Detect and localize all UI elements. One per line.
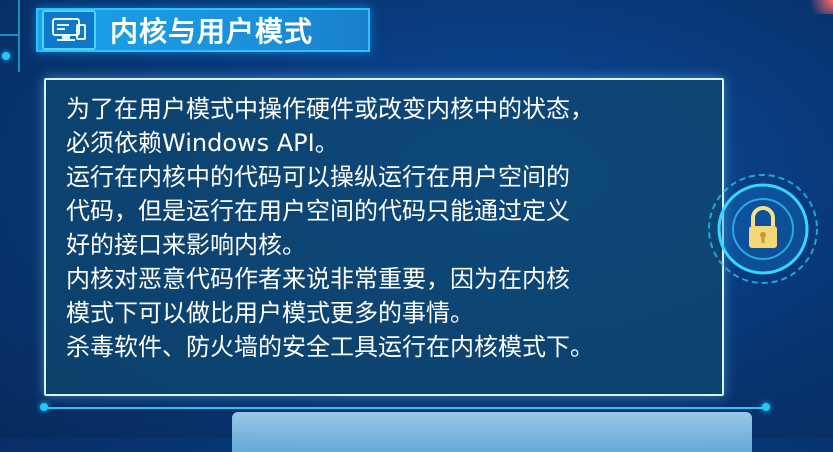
bottom-dot-right [762, 403, 770, 411]
bottom-dot-left [40, 403, 48, 411]
top-right-glow [803, 0, 833, 14]
content-line: 杀毒软件、防火墙的安全工具运行在内核模式下。 [66, 333, 594, 361]
content-line: 为了在用户模式中操作硬件或改变内核中的状态， [66, 95, 594, 123]
content-text: 为了在用户模式中操作硬件或改变内核中的状态， 必须依赖Windows API。 … [66, 92, 706, 364]
content-line: 好的接口来影响内核。 [66, 231, 306, 259]
circuit-line-left-vertical [18, 36, 20, 72]
padlock-icon [706, 172, 820, 286]
monitor-icon [42, 10, 96, 50]
content-line: 内核对恶意代码作者来说非常重要，因为在内核 [66, 265, 570, 293]
content-line: 模式下可以做比用户模式更多的事情。 [66, 299, 474, 327]
content-line: 必须依赖Windows API。 [66, 129, 339, 157]
circuit-dot-left [2, 52, 10, 60]
bottom-circuit-line [44, 407, 766, 409]
title-banner: 内核与用户模式 [36, 8, 370, 52]
circuit-line-left-top [0, 0, 20, 36]
content-line: 代码，但是运行在用户空间的代码只能通过定义 [66, 197, 570, 225]
content-line: 运行在内核中的代码可以操纵运行在用户空间的 [66, 163, 570, 191]
slide-title: 内核与用户模式 [110, 15, 314, 48]
bottom-panel [232, 412, 752, 452]
